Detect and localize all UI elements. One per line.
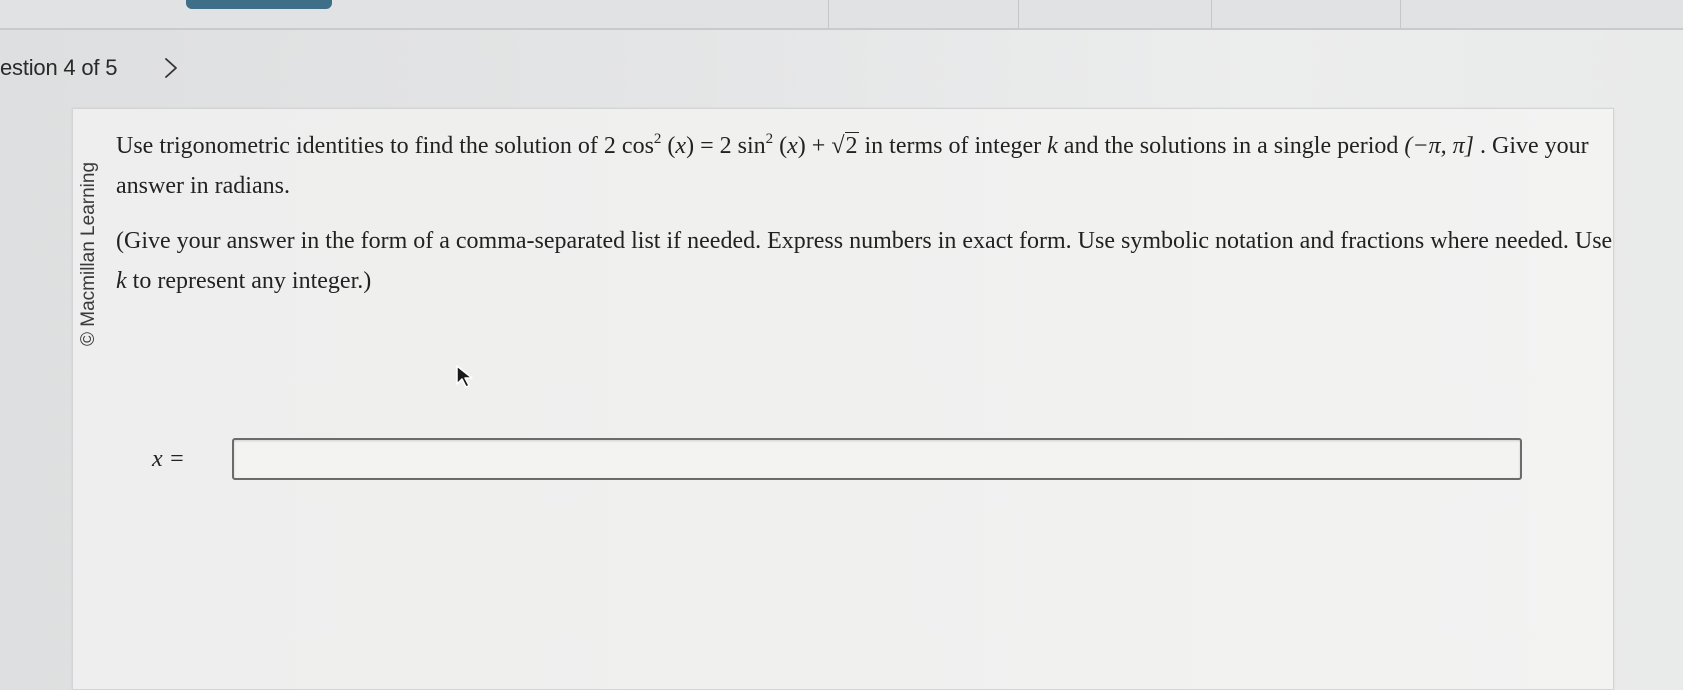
math-exponent: 2 bbox=[653, 131, 662, 147]
math-equals: = 2 bbox=[694, 133, 732, 159]
math-interval: (−π, π] bbox=[1404, 133, 1474, 159]
question-prompt: Use trigonometric identities to find the… bbox=[116, 126, 1616, 301]
answer-label: x = bbox=[152, 445, 185, 472]
math-sqrt: √2 bbox=[831, 132, 859, 159]
top-divider bbox=[828, 0, 829, 28]
top-divider bbox=[1400, 0, 1401, 28]
math-x-paren: (x) bbox=[779, 133, 806, 159]
math-k: k bbox=[1047, 133, 1058, 159]
active-tab-indicator[interactable] bbox=[186, 0, 332, 9]
top-divider bbox=[1018, 0, 1019, 28]
math-sin: sin bbox=[737, 133, 766, 159]
question-paragraph-2: (Give your answer in the form of a comma… bbox=[116, 221, 1616, 301]
math-cos: cos bbox=[621, 133, 654, 159]
prompt-text: Use trigonometric identities to find the… bbox=[116, 133, 616, 159]
question-paragraph-1: Use trigonometric identities to find the… bbox=[116, 126, 1616, 206]
math-exponent: 2 bbox=[765, 131, 774, 147]
question-counter: estion 4 of 5 bbox=[0, 55, 118, 80]
answer-input[interactable] bbox=[232, 438, 1522, 480]
top-bar bbox=[0, 0, 1683, 30]
math-k: k bbox=[116, 268, 127, 294]
prompt-text: and the solutions in a single period bbox=[1057, 133, 1405, 159]
answer-row: x = bbox=[152, 438, 1522, 480]
top-divider bbox=[1211, 0, 1212, 28]
next-question-button[interactable] bbox=[157, 54, 185, 82]
copyright-notice: © Macmillan Learning bbox=[76, 140, 102, 368]
math-plus: + bbox=[805, 133, 832, 159]
math-x-paren: (x) bbox=[667, 133, 695, 159]
math-radicand: 2 bbox=[844, 132, 859, 159]
question-navigation: estion 4 of 5 bbox=[0, 52, 185, 84]
instruction-text: (Give your answer in the form of a comma… bbox=[116, 228, 1613, 254]
copyright-text: © Macmillan Learning bbox=[78, 161, 99, 347]
chevron-right-icon bbox=[165, 58, 178, 78]
mouse-cursor-icon bbox=[456, 365, 473, 388]
prompt-text: in terms of integer bbox=[858, 133, 1048, 159]
instruction-text: to represent any integer.) bbox=[126, 268, 372, 294]
